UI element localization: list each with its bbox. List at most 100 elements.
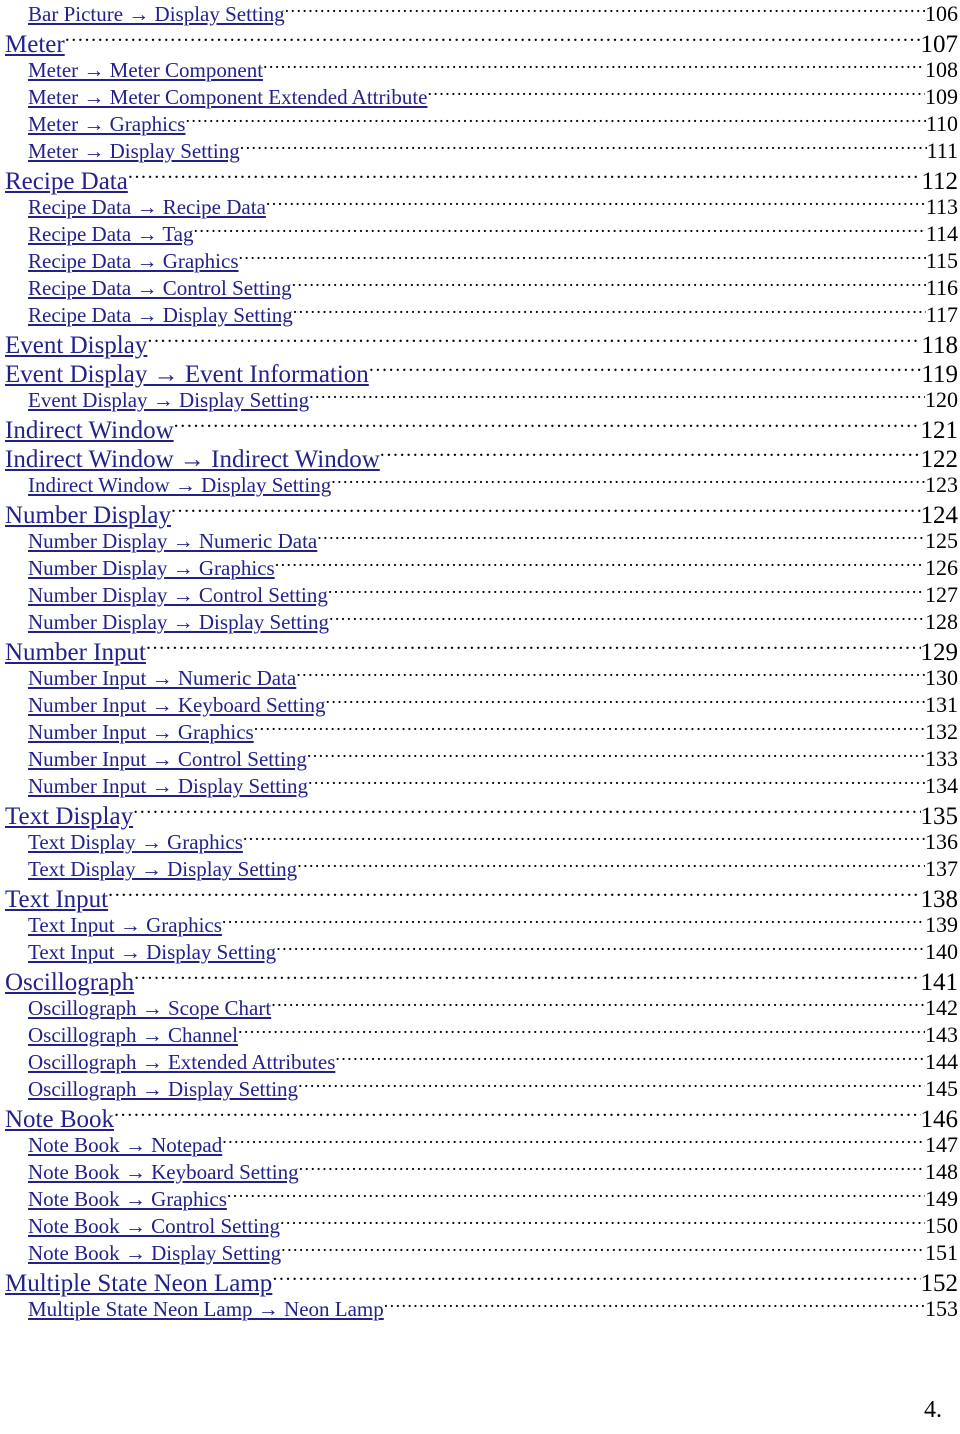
toc-entry[interactable]: Event Display → Display Setting 120	[0, 386, 960, 413]
toc-entry-title[interactable]: Text Input → Display Setting	[28, 939, 276, 966]
toc-entry-title[interactable]: Oscillograph → Channel	[28, 1022, 238, 1049]
toc-entry-title[interactable]: Meter → Meter Component Extended Attribu…	[28, 84, 428, 111]
toc-entry-title[interactable]: Number Display → Control Setting	[28, 582, 328, 609]
toc-entry-title[interactable]: Note Book	[5, 1105, 114, 1134]
toc-entry[interactable]: Number Display 124	[0, 498, 960, 530]
toc-entry[interactable]: Number Display → Graphics 126	[0, 554, 960, 581]
toc-dot-leader	[298, 1075, 925, 1096]
toc-entry[interactable]: Number Input → Numeric Data 130	[0, 664, 960, 691]
toc-entry-title[interactable]: Recipe Data → Display Setting	[28, 302, 293, 329]
toc-entry-page-number: 108	[925, 57, 958, 82]
toc-entry[interactable]: Bar Picture → Display Setting 106	[0, 0, 960, 27]
toc-entry[interactable]: Meter → Meter Component Extended Attribu…	[0, 83, 960, 110]
toc-entry[interactable]: Oscillograph → Extended Attributes 144	[0, 1048, 960, 1075]
toc-entry[interactable]: Recipe Data → Tag 114	[0, 220, 960, 247]
toc-entry-title[interactable]: Note Book → Control Setting	[28, 1213, 280, 1240]
toc-entry[interactable]: Recipe Data → Graphics 115	[0, 247, 960, 274]
toc-entry-title[interactable]: Meter → Meter Component	[28, 57, 263, 84]
toc-entry-title[interactable]: Indirect Window → Display Setting	[28, 472, 331, 499]
toc-entry[interactable]: Indirect Window → Indirect Window 122	[0, 442, 960, 474]
toc-entry[interactable]: Number Input → Keyboard Setting 131	[0, 691, 960, 718]
toc-entry[interactable]: Indirect Window 121	[0, 413, 960, 445]
toc-entry-title[interactable]: Oscillograph	[5, 968, 134, 997]
toc-entry-title[interactable]: Indirect Window → Indirect Window	[5, 445, 380, 474]
toc-entry-title[interactable]: Recipe Data → Tag	[28, 221, 194, 248]
toc-entry[interactable]: Oscillograph 141	[0, 965, 960, 997]
toc-entry-title[interactable]: Recipe Data → Graphics	[28, 248, 239, 275]
toc-entry-title[interactable]: Event Display → Event Information	[5, 360, 369, 389]
toc-entry-title[interactable]: Note Book → Display Setting	[28, 1240, 281, 1267]
toc-entry-title[interactable]: Number Input → Graphics	[28, 719, 254, 746]
toc-entry[interactable]: Text Display → Graphics 136	[0, 828, 960, 855]
toc-entry[interactable]: Event Display → Event Information 119	[0, 357, 960, 389]
toc-entry-title[interactable]: Number Display → Display Setting	[28, 609, 329, 636]
toc-entry[interactable]: Note Book → Keyboard Setting 148	[0, 1158, 960, 1185]
toc-entry-title[interactable]: Multiple State Neon Lamp	[5, 1269, 272, 1298]
toc-entry[interactable]: Recipe Data 112	[0, 164, 960, 196]
toc-entry[interactable]: Meter 107	[0, 27, 960, 59]
toc-entry[interactable]: Multiple State Neon Lamp → Neon Lamp 153	[0, 1295, 960, 1322]
toc-entry[interactable]: Recipe Data → Recipe Data 113	[0, 193, 960, 220]
toc-entry[interactable]: Indirect Window → Display Setting 123	[0, 471, 960, 498]
toc-entry[interactable]: Recipe Data → Display Setting 117	[0, 301, 960, 328]
toc-entry-title[interactable]: Meter → Graphics	[28, 111, 185, 138]
toc-entry-title[interactable]: Event Display	[5, 331, 147, 360]
toc-entry-title[interactable]: Number Display → Numeric Data	[28, 528, 317, 555]
toc-entry[interactable]: Number Input → Control Setting 133	[0, 745, 960, 772]
toc-entry-title[interactable]: Note Book → Keyboard Setting	[28, 1159, 299, 1186]
toc-entry[interactable]: Note Book → Notepad 147	[0, 1131, 960, 1158]
toc-entry-title[interactable]: Number Display → Graphics	[28, 555, 275, 582]
toc-entry[interactable]: Number Input 129	[0, 635, 960, 667]
toc-entry-title[interactable]: Text Input	[5, 885, 108, 914]
toc-entry[interactable]: Note Book → Graphics 149	[0, 1185, 960, 1212]
toc-entry[interactable]: Number Display → Control Setting 127	[0, 581, 960, 608]
toc-entry[interactable]: Multiple State Neon Lamp 152	[0, 1266, 960, 1298]
toc-entry-title[interactable]: Recipe Data → Control Setting	[28, 275, 292, 302]
toc-entry[interactable]: Number Input → Display Setting 134	[0, 772, 960, 799]
toc-entry[interactable]: Text Input → Display Setting 140	[0, 938, 960, 965]
toc-entry[interactable]: Text Display → Display Setting 137	[0, 855, 960, 882]
toc-entry-title[interactable]: Meter → Display Setting	[28, 138, 240, 165]
toc-entry-title[interactable]: Recipe Data → Recipe Data	[28, 194, 266, 221]
toc-entry-title[interactable]: Oscillograph → Scope Chart	[28, 995, 271, 1022]
toc-entry[interactable]: Note Book 146	[0, 1102, 960, 1134]
toc-entry-title[interactable]: Number Input → Display Setting	[28, 773, 308, 800]
toc-entry[interactable]: Text Input → Graphics 139	[0, 911, 960, 938]
toc-entry-title[interactable]: Text Input → Graphics	[28, 912, 222, 939]
toc-entry[interactable]: Number Input → Graphics 132	[0, 718, 960, 745]
toc-entry[interactable]: Note Book → Display Setting 151	[0, 1239, 960, 1266]
toc-entry-title[interactable]: Bar Picture → Display Setting	[28, 1, 285, 28]
toc-entry[interactable]: Text Input 138	[0, 882, 960, 914]
toc-entry-title[interactable]: Number Input	[5, 638, 146, 667]
toc-entry[interactable]: Oscillograph → Scope Chart 142	[0, 994, 960, 1021]
toc-entry[interactable]: Number Display → Numeric Data 125	[0, 527, 960, 554]
toc-entry-title[interactable]: Number Display	[5, 501, 171, 530]
toc-entry-title[interactable]: Number Input → Numeric Data	[28, 665, 296, 692]
toc-entry-title[interactable]: Note Book → Graphics	[28, 1186, 227, 1213]
toc-entry-title[interactable]: Number Input → Keyboard Setting	[28, 692, 325, 719]
toc-entry[interactable]: Meter → Graphics 110	[0, 110, 960, 137]
toc-entry-title[interactable]: Indirect Window	[5, 416, 174, 445]
toc-entry-title[interactable]: Oscillograph → Display Setting	[28, 1076, 298, 1103]
toc-entry[interactable]: Recipe Data → Control Setting 116	[0, 274, 960, 301]
toc-entry-title[interactable]: Recipe Data	[5, 167, 128, 196]
toc-entry-title[interactable]: Text Display → Display Setting	[28, 856, 297, 883]
toc-entry[interactable]: Text Display 135	[0, 799, 960, 831]
toc-entry-page-number: 125	[925, 528, 958, 553]
toc-entry[interactable]: Event Display 118	[0, 328, 960, 360]
toc-entry[interactable]: Number Display → Display Setting 128	[0, 608, 960, 635]
toc-entry[interactable]: Oscillograph → Channel 143	[0, 1021, 960, 1048]
toc-entry[interactable]: Meter → Display Setting 111	[0, 137, 960, 164]
toc-entry-title[interactable]: Number Input → Control Setting	[28, 746, 307, 773]
toc-entry-title[interactable]: Multiple State Neon Lamp → Neon Lamp	[28, 1296, 384, 1323]
toc-entry-title[interactable]: Meter	[5, 30, 65, 59]
toc-entry[interactable]: Note Book → Control Setting 150	[0, 1212, 960, 1239]
toc-entry[interactable]: Meter → Meter Component 108	[0, 56, 960, 83]
toc-entry[interactable]: Oscillograph → Display Setting 145	[0, 1075, 960, 1102]
toc-entry-title[interactable]: Oscillograph → Extended Attributes	[28, 1049, 335, 1076]
toc-dot-leader	[428, 83, 926, 104]
toc-entry-title[interactable]: Text Display → Graphics	[28, 829, 243, 856]
toc-entry-title[interactable]: Note Book → Notepad	[28, 1132, 222, 1159]
toc-entry-title[interactable]: Text Display	[5, 802, 133, 831]
toc-entry-title[interactable]: Event Display → Display Setting	[28, 387, 309, 414]
